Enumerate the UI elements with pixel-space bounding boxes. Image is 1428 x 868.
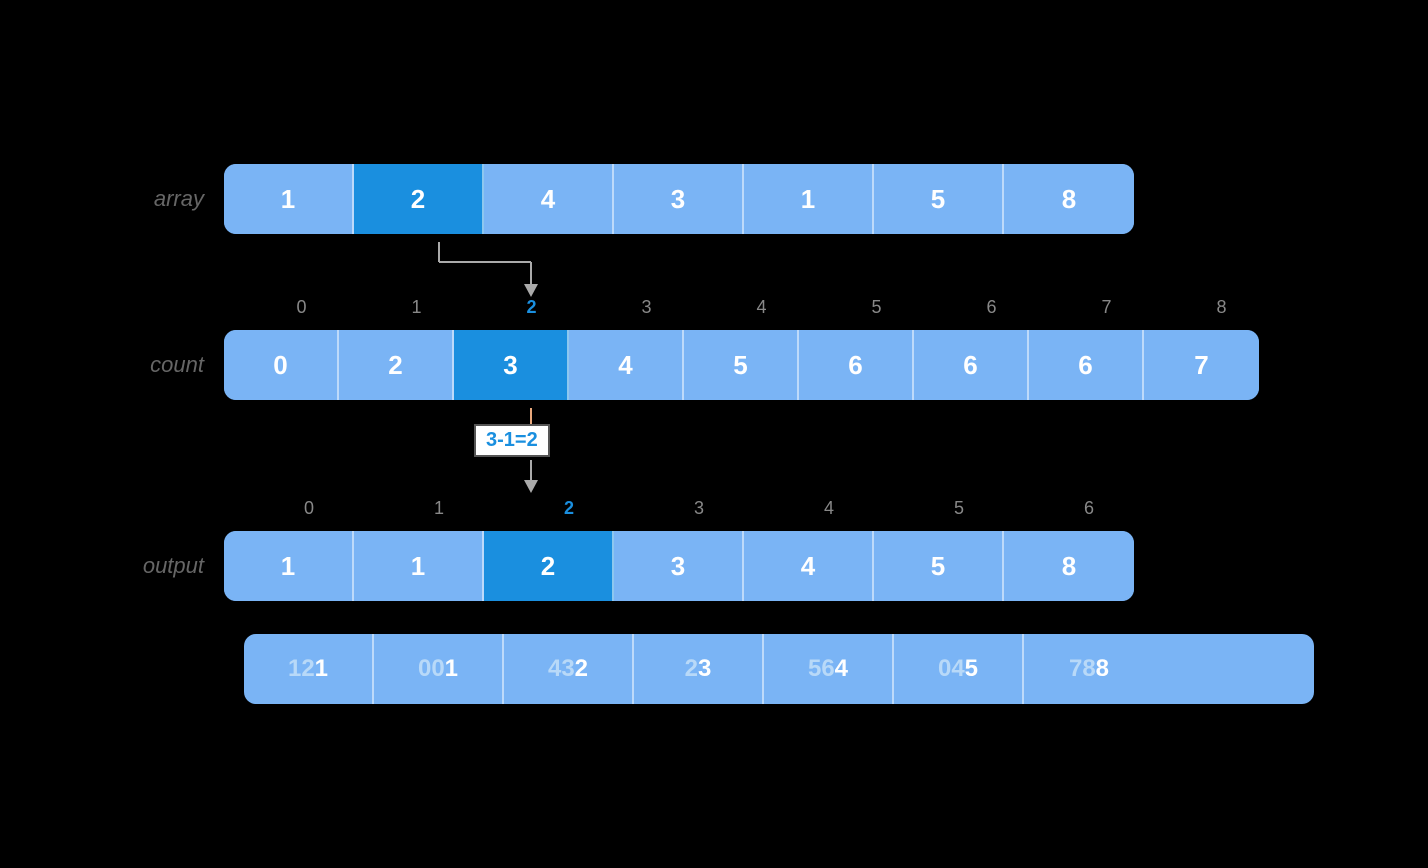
count-index-8: 8 — [1164, 297, 1279, 322]
count-index-1: 1 — [359, 297, 474, 322]
bottom-cell-3: 23 — [634, 634, 764, 704]
output-cell-0: 1 — [224, 531, 354, 601]
output-cell-1: 1 — [354, 531, 484, 601]
count-index-4: 4 — [704, 297, 819, 322]
output-cell-3: 3 — [614, 531, 744, 601]
count-cell-8: 7 — [1144, 330, 1259, 400]
output-index-4: 4 — [764, 498, 894, 523]
count-cell-1: 2 — [339, 330, 454, 400]
array-cell-2: 4 — [484, 164, 614, 234]
count-cell-0: 0 — [224, 330, 339, 400]
equation-arrow-svg — [244, 408, 644, 498]
output-index-6: 6 — [1024, 498, 1154, 523]
count-cell-4: 5 — [684, 330, 799, 400]
array-row: 1243158 — [224, 164, 1134, 234]
count-cell-5: 6 — [799, 330, 914, 400]
bottom-cell-2: 432 — [504, 634, 634, 704]
count-cell-7: 6 — [1029, 330, 1144, 400]
output-cell-2: 2 — [484, 531, 614, 601]
bottom-cell-4: 564 — [764, 634, 894, 704]
output-index-1: 1 — [374, 498, 504, 523]
bottom-cell-1: 001 — [374, 634, 504, 704]
output-index-2: 2 — [504, 498, 634, 523]
output-row: 1123458 — [224, 531, 1134, 601]
output-cell-5: 5 — [874, 531, 1004, 601]
count-index-0: 0 — [244, 297, 359, 322]
count-index-5: 5 — [819, 297, 934, 322]
count-index-row: 012345678 — [244, 297, 1314, 322]
count-index-2: 2 — [474, 297, 589, 322]
bottom-row: 12100143223564045788 — [244, 634, 1314, 704]
bracket-arrow-area — [244, 242, 1314, 297]
count-cell-6: 6 — [914, 330, 1029, 400]
array-section: array 1243158 — [114, 164, 1314, 234]
diagram: array 1243158 012345678 count 023456667 — [114, 164, 1314, 704]
output-index-0: 0 — [244, 498, 374, 523]
output-index-5: 5 — [894, 498, 1024, 523]
equation-box: 3-1=2 — [474, 424, 550, 457]
output-label: output — [114, 553, 224, 579]
array-cell-6: 8 — [1004, 164, 1134, 234]
equation-text: 3-1=2 — [486, 429, 538, 451]
bottom-cell-6: 788 — [1024, 634, 1154, 704]
output-cell-6: 8 — [1004, 531, 1134, 601]
array-cell-3: 3 — [614, 164, 744, 234]
array-cell-4: 1 — [744, 164, 874, 234]
bracket-arrow-svg — [244, 242, 644, 297]
output-index-row: 0123456 — [244, 498, 1314, 523]
array-cell-0: 1 — [224, 164, 354, 234]
array-cell-5: 5 — [874, 164, 1004, 234]
bottom-cell-5: 045 — [894, 634, 1024, 704]
count-section: count 023456667 — [114, 330, 1314, 400]
output-index-3: 3 — [634, 498, 764, 523]
count-label: count — [114, 352, 224, 378]
output-section: output 1123458 — [114, 531, 1314, 601]
count-index-6: 6 — [934, 297, 1049, 322]
bottom-cell-0: 121 — [244, 634, 374, 704]
count-index-7: 7 — [1049, 297, 1164, 322]
count-row: 023456667 — [224, 330, 1259, 400]
count-index-3: 3 — [589, 297, 704, 322]
equation-area: 3-1=2 — [244, 408, 1314, 498]
array-cell-1: 2 — [354, 164, 484, 234]
count-cell-3: 4 — [569, 330, 684, 400]
output-cell-4: 4 — [744, 531, 874, 601]
count-cell-2: 3 — [454, 330, 569, 400]
array-label: array — [114, 186, 224, 212]
